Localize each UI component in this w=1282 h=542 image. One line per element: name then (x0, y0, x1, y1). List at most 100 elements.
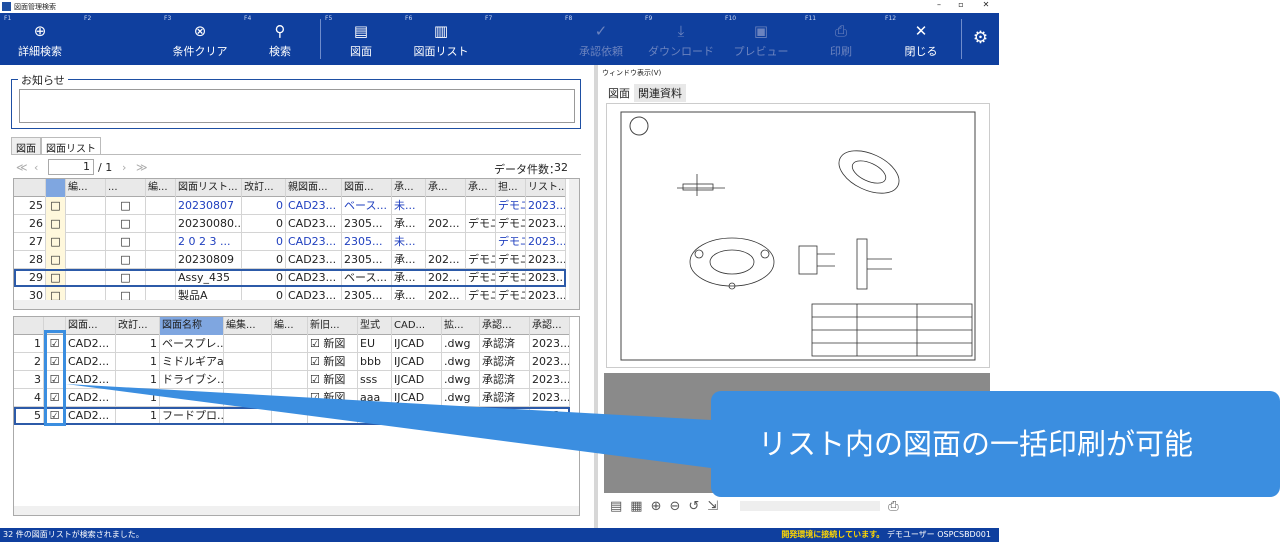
table-cell: ベース... (342, 269, 392, 287)
page-input[interactable]: 1 (48, 159, 94, 175)
table-cell: CAD23... (286, 251, 342, 269)
next-page-button[interactable]: › (122, 161, 126, 174)
detail-search-button[interactable]: F1 ⊕ 詳細検索 (0, 13, 80, 65)
rotate-icon[interactable]: ↺ (688, 499, 699, 514)
drawing-list-button[interactable]: F6 ▥ 図面リスト (401, 13, 481, 65)
row-checkbox[interactable]: □ (106, 197, 146, 215)
preview-tabs: 図面 関連資料 (604, 84, 686, 102)
row-checkbox[interactable]: □ (46, 233, 66, 251)
tab-drawing[interactable]: 図面 (11, 137, 41, 155)
row-checkbox[interactable]: □ (46, 269, 66, 287)
table-cell: デモユ (496, 233, 526, 251)
table-cell: 2023... (530, 371, 570, 389)
table-cell: デモユ (496, 215, 526, 233)
cad-drawing-image (620, 111, 976, 361)
table-cell: デモユ (466, 269, 496, 287)
table-cell: 2023... (526, 233, 566, 251)
table-cell: 2 0 2 3 ... (176, 233, 242, 251)
table-cell: ベースプレ... (160, 335, 224, 353)
notice-textbox[interactable] (19, 89, 575, 123)
table-cell: CAD2... (66, 353, 116, 371)
print-button[interactable]: F11 ⎙ 印刷 (801, 13, 881, 65)
clear-search-icon: ⊗ (193, 22, 207, 40)
table-row[interactable]: 26 □ □ 20230080... 0 CAD23... 2305... 承... 202..… (14, 215, 566, 233)
table-cell: sss (358, 371, 392, 389)
table-cell: 29 (14, 269, 46, 287)
table-cell (146, 233, 176, 251)
table-row[interactable]: 4 ☑ CAD2... 1 ☑ 新図 aaa IJCAD .dwg 承認済 2023... (14, 389, 570, 407)
horizontal-scrollbar[interactable] (14, 506, 579, 515)
first-page-button[interactable]: ≪ (16, 161, 28, 174)
table-cell: CAD23... (286, 215, 342, 233)
table-row[interactable]: 29□□Assy_4350CAD23...ベース...承...202...デモユ… (14, 269, 566, 287)
table-row[interactable]: 27□□2 0 2 3 ...0CAD23...2305...未...デモユ20… (14, 233, 566, 251)
row-checkbox[interactable]: □ (46, 251, 66, 269)
row-checkbox[interactable]: □ (106, 215, 146, 233)
zoom-in-icon[interactable]: ⊕ (651, 499, 662, 514)
status-bar: 32 件の図面リストが検索されました。 開発環境に接続しています。 デモユーザー… (0, 528, 999, 542)
drawing-list-grid[interactable]: 編... ... 編... 図面リスト... 改訂... 親図面... 図面..… (13, 178, 580, 310)
table-cell: 2023... (526, 215, 566, 233)
maximize-button[interactable]: ▫ (950, 0, 972, 9)
table-cell: フードプロ... (160, 407, 224, 425)
preview-button[interactable]: F10 ▣ プレビュー (721, 13, 801, 65)
download-button[interactable]: F9 ⤓ ダウンロード (641, 13, 721, 65)
table-cell: 承... (392, 215, 426, 233)
horizontal-scrollbar[interactable] (14, 300, 579, 309)
table-row[interactable]: 2 ☑ CAD2... 1 ミドルギアa ☑ 新図 bbb IJCAD .dwg 承認済 2023.… (14, 353, 570, 371)
grid-header: 図面... 改訂... 図面名称 編集... 編... 新旧... 型式 CAD… (14, 317, 570, 335)
row-checkbox[interactable]: □ (106, 251, 146, 269)
table-cell: 承認済 (480, 335, 530, 353)
window-menu[interactable]: ウィンドウ表示(V) (602, 68, 661, 78)
minimize-button[interactable]: – (928, 0, 950, 9)
table-cell: 3 (14, 371, 44, 389)
printer-icon[interactable]: ⎙ (888, 499, 898, 514)
connection-status: 開発環境に接続しています。 デモユーザー OSPCSBD001 (781, 530, 991, 539)
drawing-detail-grid[interactable]: 図面... 改訂... 図面名称 編集... 編... 新旧... 型式 CAD… (13, 316, 580, 516)
table-row[interactable]: 3 ☑ CAD2... 1 ドライブシ... ☑ 新図 sss IJCAD .dwg 承認済 202… (14, 371, 570, 389)
table-row[interactable]: 1 ☑ CAD2... 1 ベースプレ... ☑ 新図 EU IJCAD .dwg 承認済 2023… (14, 335, 570, 353)
settings-button[interactable]: ⚙ (962, 13, 999, 65)
grid-header: 編... ... 編... 図面リスト... 改訂... 親図面... 図面..… (14, 179, 566, 197)
table-cell: 承認済 (480, 389, 530, 407)
table-cell (392, 407, 442, 425)
table-cell: デモユ (466, 251, 496, 269)
clear-conditions-button[interactable]: F3 ⊗ 条件クリア (160, 13, 240, 65)
tab-preview-drawing[interactable]: 図面 (604, 84, 634, 102)
table-cell: 2 (14, 353, 44, 371)
vertical-scrollbar[interactable] (569, 179, 579, 309)
search-button[interactable]: F4 ⚲ 検索 (240, 13, 320, 65)
page-icon[interactable]: ▤ (610, 499, 622, 514)
table-cell (466, 197, 496, 215)
table-cell: 2023... (526, 269, 566, 287)
prev-page-button[interactable]: ‹ (34, 161, 38, 174)
tab-drawing-list[interactable]: 図面リスト (41, 137, 101, 155)
tab-related-docs[interactable]: 関連資料 (634, 84, 686, 102)
table-cell (146, 269, 176, 287)
preview-toolbar: ▤ ▦ ⊕ ⊖ ↺ ⇲ ⎙ (604, 495, 990, 517)
save-icon[interactable]: ▦ (630, 499, 642, 514)
table-row[interactable]: 28 □ □ 20230809 0 CAD23... 2305... 承... 202... デモ… (14, 251, 566, 269)
table-row[interactable]: 5 ☑ CAD2... 1 フードプロ... 承認済 2023... (14, 407, 570, 425)
approval-request-button[interactable]: F8 ✓ 承認依頼 (561, 13, 641, 65)
drawing-button[interactable]: F5 ▤ 図面 (321, 13, 401, 65)
table-cell (224, 389, 272, 407)
table-row[interactable]: 25□□202308070CAD23...ベース...未...デモユ2023..… (14, 197, 566, 215)
notice-group: お知らせ (11, 72, 581, 129)
row-checkbox[interactable]: □ (106, 269, 146, 287)
table-cell: デモユ (496, 197, 526, 215)
zoom-slider[interactable] (740, 501, 881, 511)
zoom-out-icon[interactable]: ⊖ (670, 499, 681, 514)
close-window-button[interactable]: ✕ (975, 0, 997, 9)
close-button[interactable]: F12 ✕ 閉じる (881, 13, 961, 65)
table-cell: 2305... (342, 251, 392, 269)
table-cell: CAD2... (66, 335, 116, 353)
table-cell: ☑ 新図 (308, 389, 358, 407)
table-cell: 27 (14, 233, 46, 251)
last-page-button[interactable]: ≫ (136, 161, 148, 174)
tab-bar: 図面 図面リスト (11, 137, 101, 155)
fit-icon[interactable]: ⇲ (707, 499, 718, 514)
row-checkbox[interactable]: □ (46, 197, 66, 215)
row-checkbox[interactable]: □ (106, 233, 146, 251)
row-checkbox[interactable]: □ (46, 215, 66, 233)
